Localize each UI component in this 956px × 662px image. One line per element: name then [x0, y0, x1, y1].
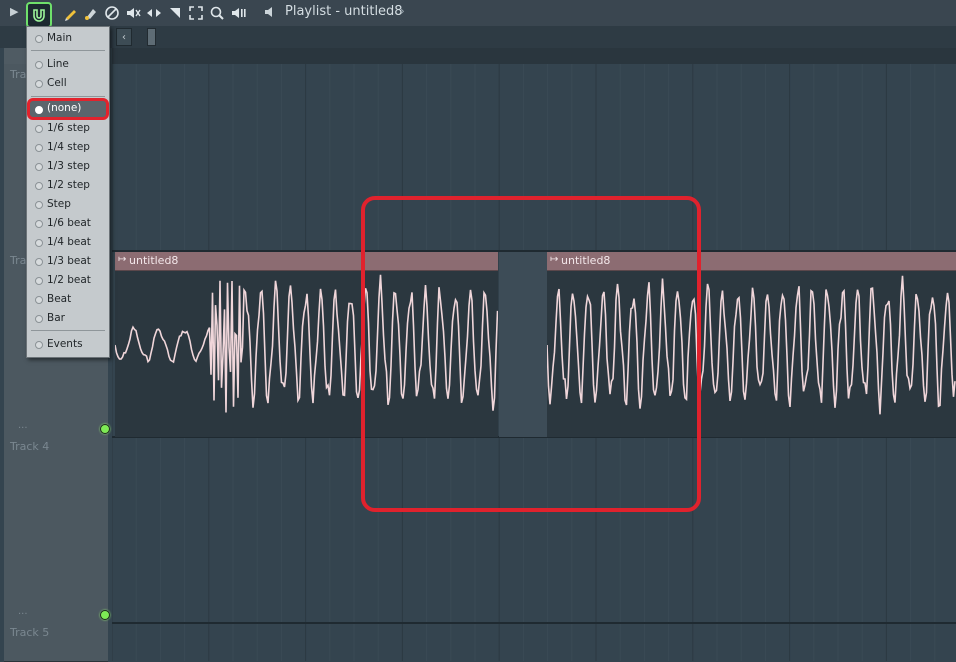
track-header-4[interactable]: Track 4 ...: [4, 438, 110, 625]
snap-menu-item[interactable]: 1/6 step: [27, 120, 109, 138]
delete-icon[interactable]: [103, 4, 121, 22]
speaker-icon[interactable]: [262, 4, 278, 24]
radio-icon: [35, 144, 43, 152]
radio-icon: [35, 61, 43, 69]
radio-icon: [35, 201, 43, 209]
playlist-toolbar: ▶ Playlist - untitled8 ›: [0, 0, 956, 28]
snap-menu-item-label: 1/4 beat: [47, 236, 91, 248]
playlist-subbar: [0, 26, 956, 48]
snap-menu-item[interactable]: 1/4 beat: [27, 234, 109, 252]
snap-menu-item[interactable]: Beat: [27, 291, 109, 309]
snap-menu-item-label: 1/3 step: [47, 160, 90, 172]
snap-menu-item-label: Line: [47, 58, 69, 70]
radio-icon: [35, 163, 43, 171]
snap-menu-item[interactable]: (none): [27, 98, 109, 120]
select-icon[interactable]: [187, 4, 205, 22]
snap-menu-item-label: Events: [47, 338, 83, 350]
track-menu-dots[interactable]: ...: [18, 420, 28, 431]
mute-icon[interactable]: [124, 4, 142, 22]
title-chevron-icon[interactable]: ›: [400, 4, 405, 18]
snap-menu-item-label: Cell: [47, 77, 67, 89]
radio-icon: [35, 220, 43, 228]
slip-icon[interactable]: [145, 4, 163, 22]
radio-icon: [35, 315, 43, 323]
snap-dropdown-menu: Main Line Cell (none) 1/6 step 1/4 step 1/3 st…: [26, 26, 110, 358]
snap-menu-item[interactable]: Line: [27, 56, 109, 74]
zoom-icon[interactable]: [208, 4, 226, 22]
track-header-5[interactable]: Track 5: [4, 624, 108, 662]
playback-icon[interactable]: [229, 4, 247, 22]
snap-menu-item-label: Step: [47, 198, 71, 210]
slice-icon[interactable]: [166, 4, 184, 22]
track-label: Track 4: [10, 440, 50, 453]
snap-menu-item[interactable]: 1/2 step: [27, 177, 109, 195]
radio-icon: [35, 80, 43, 88]
snap-menu-item-label: 1/6 step: [47, 122, 90, 134]
snap-menu-item[interactable]: Step: [27, 196, 109, 214]
snap-menu-item[interactable]: 1/6 beat: [27, 215, 109, 233]
snap-menu-item[interactable]: Bar: [27, 310, 109, 328]
radio-icon: [35, 35, 43, 43]
radio-icon: [35, 239, 43, 247]
snap-menu-item-label: Main: [47, 32, 73, 44]
menu-separator: [31, 50, 105, 51]
radio-icon: [35, 106, 43, 114]
track-enable-led[interactable]: [100, 424, 110, 434]
track-enable-led[interactable]: [100, 610, 110, 620]
annotation-highlight-box: [361, 196, 701, 512]
track-menu-dots[interactable]: ...: [18, 606, 28, 617]
paint-icon[interactable]: [82, 4, 100, 22]
snap-menu-item-label: 1/2 beat: [47, 274, 91, 286]
radio-icon: [35, 296, 43, 304]
snap-menu-item-label: 1/4 step: [47, 141, 90, 153]
radio-icon: [35, 258, 43, 266]
radio-icon: [35, 277, 43, 285]
snap-menu-item-label: 1/2 step: [47, 179, 90, 191]
window-title: Playlist - untitled8: [285, 4, 403, 19]
snap-menu-item[interactable]: 1/3 beat: [27, 253, 109, 271]
scroll-left-button[interactable]: ‹: [116, 28, 132, 46]
arrow-right-icon[interactable]: ▶: [10, 5, 18, 18]
snap-menu-item-label: 1/3 beat: [47, 255, 91, 267]
snap-menu-item[interactable]: Cell: [27, 75, 109, 93]
snap-menu-item-label: 1/6 beat: [47, 217, 91, 229]
snap-menu-item[interactable]: Main: [27, 30, 109, 48]
radio-icon: [35, 341, 43, 349]
clip-title: untitled8: [129, 254, 179, 267]
snap-menu-item[interactable]: 1/3 step: [27, 158, 109, 176]
snap-menu-item-label: Beat: [47, 293, 72, 305]
horizontal-scroll-thumb[interactable]: [147, 28, 156, 46]
track-label: Track 5: [10, 626, 50, 639]
radio-icon: [35, 125, 43, 133]
snap-menu-item-label: (none): [47, 102, 82, 114]
audio-clip-icon: ↦: [118, 254, 127, 265]
magnet-snap-icon[interactable]: [26, 2, 52, 28]
snap-menu-item[interactable]: Events: [27, 336, 109, 354]
snap-menu-item[interactable]: 1/2 beat: [27, 272, 109, 290]
timeline-ruler[interactable]: [112, 48, 956, 65]
snap-menu-item-label: Bar: [47, 312, 65, 324]
snap-menu-item[interactable]: 1/4 step: [27, 139, 109, 157]
pencil-icon[interactable]: [62, 4, 80, 22]
menu-separator: [31, 96, 105, 97]
menu-separator: [31, 330, 105, 331]
radio-icon: [35, 182, 43, 190]
